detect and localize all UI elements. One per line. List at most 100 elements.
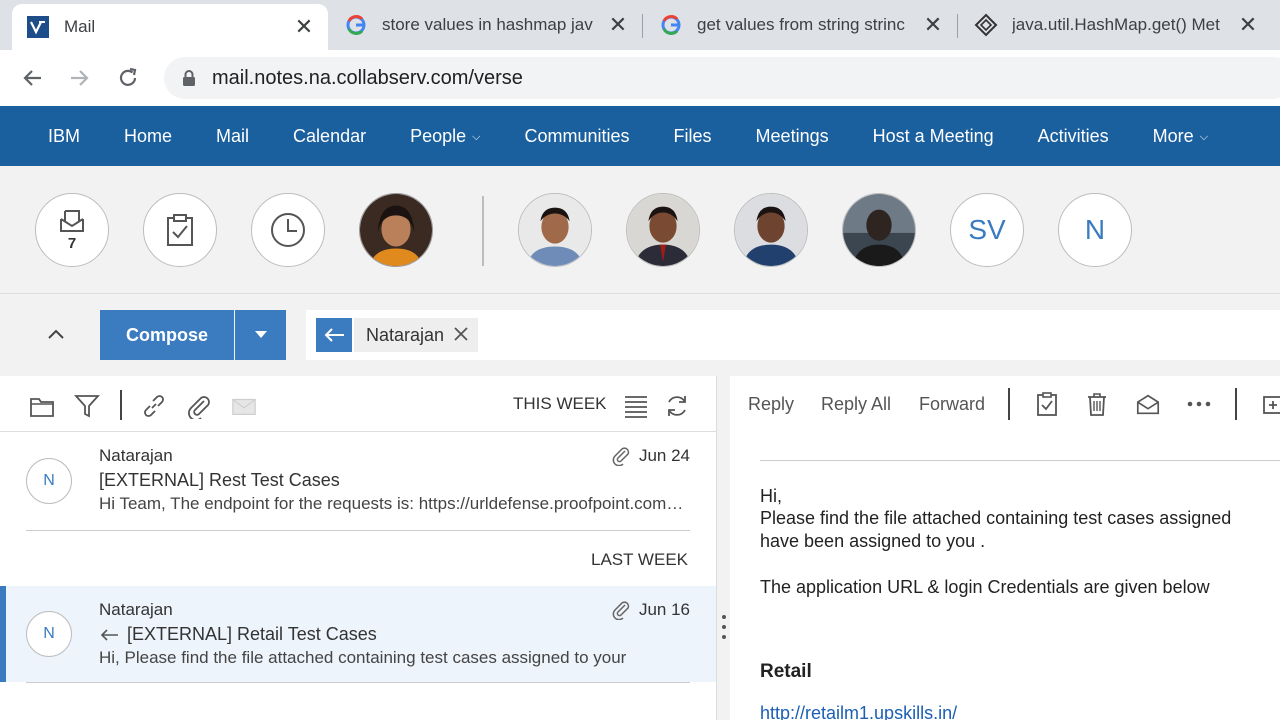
avatar[interactable] bbox=[359, 193, 433, 267]
nav-item-host-meeting[interactable]: Host a Meeting bbox=[851, 106, 1016, 166]
back-arrow-icon[interactable] bbox=[316, 318, 352, 352]
clipboard-check-icon[interactable] bbox=[1034, 391, 1060, 417]
lock-icon bbox=[183, 70, 195, 86]
close-tab-icon[interactable]: ✕ bbox=[923, 14, 943, 36]
filter-chip[interactable]: Natarajan bbox=[354, 318, 479, 352]
refresh-icon[interactable] bbox=[664, 393, 690, 419]
recent-bubble[interactable] bbox=[251, 193, 325, 267]
nav-label: People bbox=[410, 125, 467, 146]
close-tab-icon[interactable]: ✕ bbox=[1238, 14, 1258, 36]
people-bubble-bar: 7 SV N bbox=[0, 166, 1280, 294]
initials-text: SV bbox=[968, 214, 1006, 245]
browser-tab-string-search[interactable]: get values from string strinc ✕ bbox=[645, 0, 957, 50]
avatar-initials[interactable]: SV bbox=[950, 193, 1024, 267]
replied-arrow-icon bbox=[100, 628, 118, 641]
caret-down-icon bbox=[254, 331, 267, 338]
toolbar-divider bbox=[120, 390, 122, 420]
message-subject: [EXTERNAL] Retail Test Cases bbox=[127, 624, 377, 644]
inbox-count: 7 bbox=[67, 234, 77, 252]
nav-item-communities[interactable]: Communities bbox=[503, 106, 652, 166]
email-section-heading: Retail bbox=[760, 661, 812, 682]
nav-item-calendar[interactable]: Calendar bbox=[271, 106, 388, 166]
tab-separator bbox=[957, 14, 958, 38]
avatar-initials[interactable]: N bbox=[1058, 193, 1132, 267]
sender-name: Natarajan bbox=[99, 446, 173, 465]
message-subject-row: [EXTERNAL] Retail Test Cases bbox=[99, 624, 377, 645]
nav-item-ibm[interactable]: IBM bbox=[0, 106, 102, 166]
avatar-initials-text: N bbox=[43, 625, 55, 642]
email-link[interactable]: http://retailm1.upskills.in/ bbox=[760, 703, 957, 720]
envelope-icon[interactable] bbox=[231, 393, 257, 419]
pane-resize-handle[interactable] bbox=[716, 376, 730, 720]
reload-icon[interactable] bbox=[112, 62, 144, 94]
close-tab-icon[interactable]: ✕ bbox=[294, 16, 314, 38]
list-view-icon[interactable] bbox=[623, 393, 649, 419]
chevron-down-icon: ⌵ bbox=[1199, 130, 1209, 143]
browser-tab-mail[interactable]: Mail ✕ bbox=[12, 4, 328, 50]
tab-title: store values in hashmap jav bbox=[382, 15, 593, 34]
forward-button[interactable]: Forward bbox=[919, 394, 985, 415]
more-options-icon[interactable] bbox=[1186, 391, 1212, 417]
avatar[interactable] bbox=[842, 193, 916, 267]
clipboard-check-icon bbox=[167, 214, 193, 246]
folder-icon[interactable] bbox=[29, 393, 55, 419]
browser-tab-hashmap-search[interactable]: store values in hashmap jav ✕ bbox=[330, 0, 642, 50]
address-bar[interactable]: mail.notes.na.collabserv.com/verse bbox=[164, 57, 1280, 99]
add-to-calendar-icon[interactable] bbox=[1260, 391, 1280, 417]
sender-name: Natarajan bbox=[99, 600, 173, 619]
avatar[interactable] bbox=[734, 193, 808, 267]
compose-button[interactable]: Compose bbox=[100, 310, 234, 360]
drag-handle-icon bbox=[722, 615, 726, 639]
close-icon[interactable] bbox=[454, 325, 468, 346]
email-body-line: have been assigned to you . bbox=[760, 531, 986, 551]
browser-tab-strip: Mail ✕ store values in hashmap jav ✕ get… bbox=[0, 0, 1280, 50]
reply-all-button[interactable]: Reply All bbox=[821, 394, 891, 415]
forward-arrow-icon[interactable] bbox=[64, 62, 96, 94]
nav-item-more[interactable]: More ⌵ bbox=[1131, 106, 1230, 166]
person-photo-icon bbox=[735, 194, 807, 266]
reply-button[interactable]: Reply bbox=[748, 394, 794, 415]
this-week-filter[interactable]: THIS WEEK bbox=[513, 394, 607, 414]
toolbar-divider bbox=[1008, 388, 1010, 420]
nav-item-meetings[interactable]: Meetings bbox=[734, 106, 851, 166]
nav-item-people[interactable]: People ⌵ bbox=[388, 106, 502, 166]
tasks-bubble[interactable] bbox=[143, 193, 217, 267]
close-tab-icon[interactable]: ✕ bbox=[608, 14, 628, 36]
list-item[interactable]: N Natarajan Jun 24 [EXTERNAL] Rest Test … bbox=[0, 432, 716, 528]
compose-dropdown-button[interactable] bbox=[235, 310, 286, 360]
avatar[interactable] bbox=[518, 193, 592, 267]
date-text: Jun 24 bbox=[638, 446, 690, 465]
nav-item-home[interactable]: Home bbox=[102, 106, 194, 166]
toolbar-divider bbox=[1235, 388, 1237, 420]
nav-item-activities[interactable]: Activities bbox=[1016, 106, 1131, 166]
back-arrow-icon[interactable] bbox=[16, 62, 48, 94]
bubble-divider bbox=[482, 196, 484, 266]
nav-label: Communities bbox=[524, 125, 630, 146]
reading-pane: Reply Reply All Forward Hi, Please find … bbox=[730, 376, 1280, 720]
tab-title: get values from string strinc bbox=[697, 15, 905, 34]
email-greeting: Hi, bbox=[760, 486, 782, 506]
inbox-bubble[interactable]: 7 bbox=[35, 193, 109, 267]
divider bbox=[26, 682, 690, 683]
url-text: mail.notes.na.collabserv.com/verse bbox=[212, 66, 523, 89]
attachment-icon[interactable] bbox=[186, 393, 212, 419]
initials-text: N bbox=[1084, 214, 1106, 245]
collapse-chevron-up-icon[interactable] bbox=[44, 322, 68, 346]
person-photo-icon bbox=[360, 194, 432, 266]
nav-item-mail[interactable]: Mail bbox=[194, 106, 271, 166]
browser-tab-hashmap-get[interactable]: java.util.HashMap.get() Met ✕ bbox=[960, 0, 1272, 50]
date-text: Jun 16 bbox=[638, 600, 690, 619]
clock-icon bbox=[271, 213, 305, 247]
nav-label: Mail bbox=[216, 125, 250, 146]
mark-unread-envelope-icon[interactable] bbox=[1135, 391, 1161, 417]
nav-item-files[interactable]: Files bbox=[652, 106, 734, 166]
link-icon[interactable] bbox=[141, 393, 167, 419]
avatar[interactable] bbox=[626, 193, 700, 267]
person-photo-icon bbox=[843, 194, 915, 266]
tab-title: java.util.HashMap.get() Met bbox=[1012, 15, 1220, 34]
filter-icon[interactable] bbox=[74, 393, 100, 419]
trash-icon[interactable] bbox=[1084, 391, 1110, 417]
list-item[interactable]: N Natarajan Jun 16 [EXTERNAL] Retail Tes… bbox=[0, 586, 716, 682]
filter-box[interactable]: Natarajan bbox=[306, 310, 1280, 360]
nav-label: Meetings bbox=[755, 125, 829, 146]
